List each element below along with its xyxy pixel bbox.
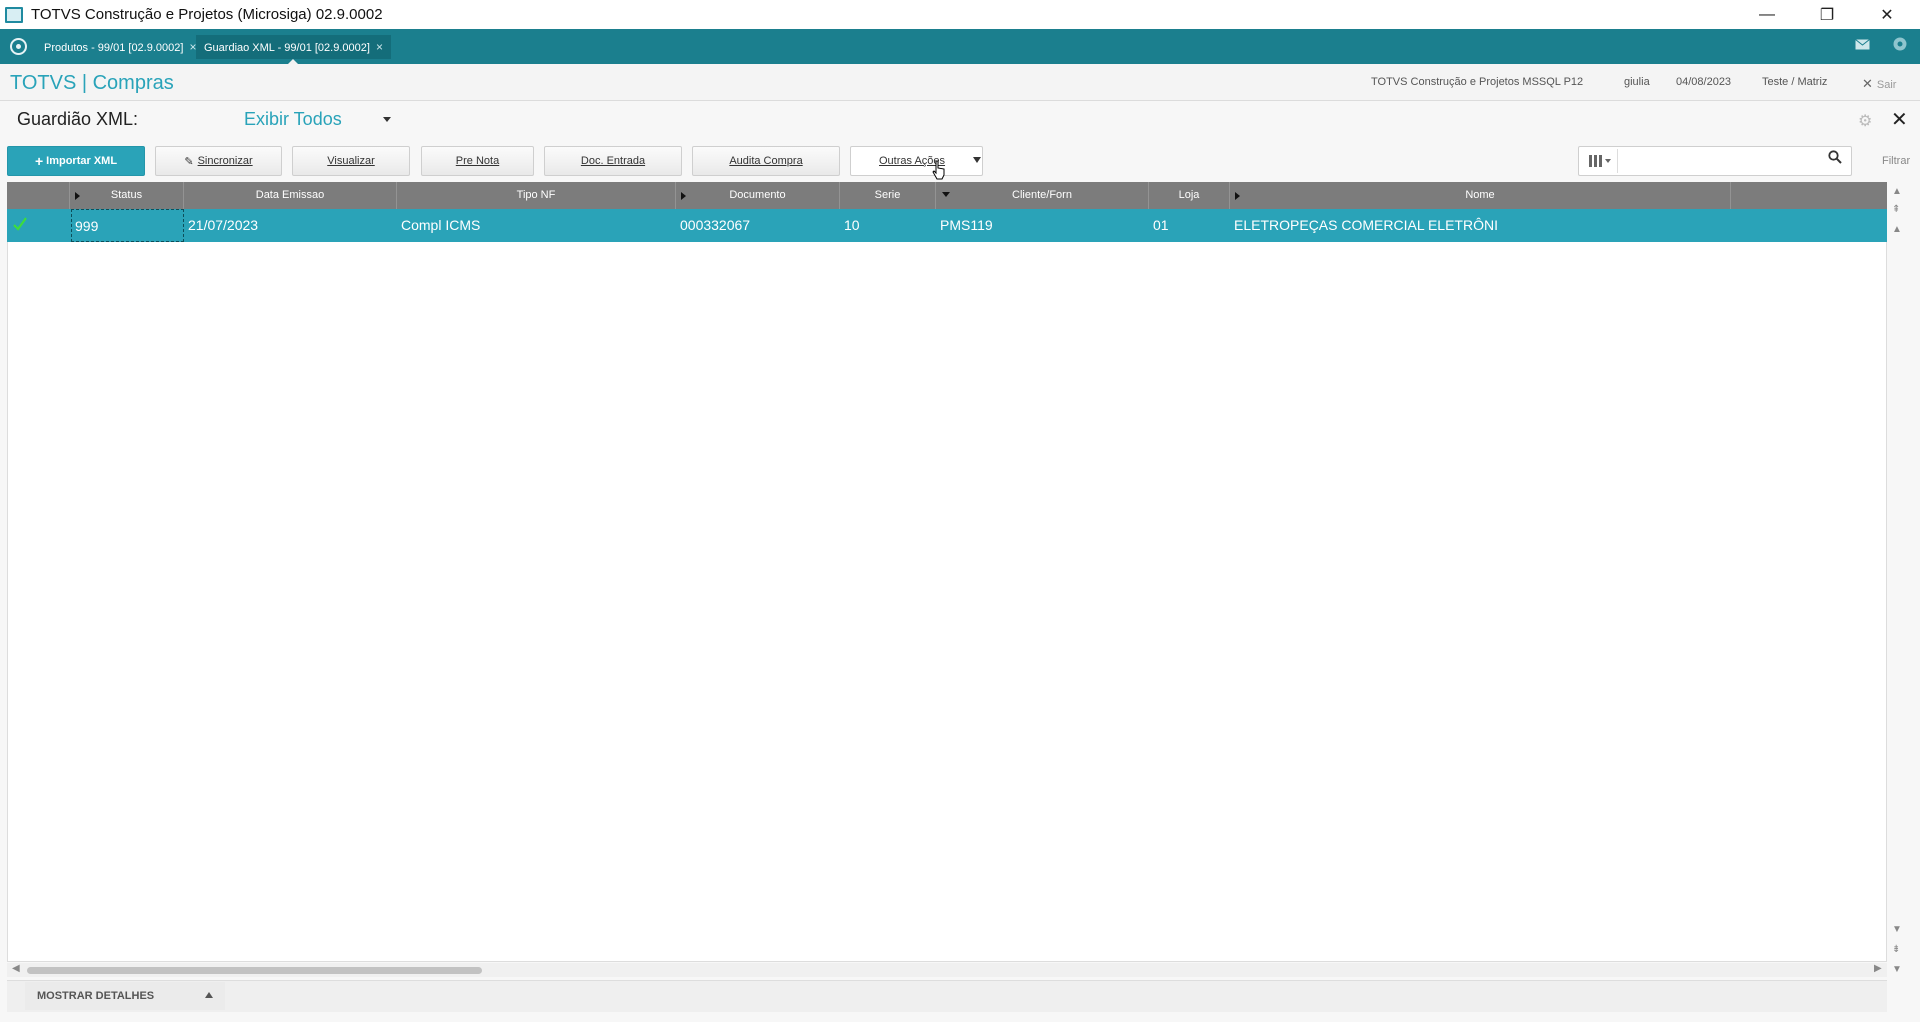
app-header: TOTVS | Compras TOTVS Construção e Proje… <box>0 64 1920 101</box>
tab-close-icon[interactable]: × <box>376 40 383 54</box>
column-header-data-emissao[interactable]: Data Emissao <box>184 182 397 209</box>
column-header-documento[interactable]: Documento <box>676 182 840 209</box>
column-header-serie[interactable]: Serie <box>840 182 936 209</box>
search-input[interactable] <box>1622 149 1822 173</box>
company-name: TOTVS Construção e Projetos MSSQL P12 <box>1371 76 1584 88</box>
search-icon[interactable] <box>1828 150 1842 164</box>
mail-icon[interactable] <box>1855 37 1870 53</box>
column-header-loja[interactable]: Loja <box>1149 182 1230 209</box>
scroll-right-icon[interactable]: ▶ <box>1874 963 1882 974</box>
importar-xml-button[interactable]: + Importar XML <box>7 146 145 176</box>
columns-icon[interactable] <box>1582 149 1618 173</box>
filtrar-button[interactable]: Filtrar <box>1882 155 1910 167</box>
tab-label: Produtos - 99/01 [02.9.0002] <box>44 42 184 54</box>
system-date: 04/08/2023 <box>1676 76 1732 88</box>
close-page-button[interactable]: ✕ <box>1891 107 1908 132</box>
cell-serie[interactable]: 10 <box>844 209 860 242</box>
column-header-tipo-nf[interactable]: Tipo NF <box>397 182 676 209</box>
exit-label: Sair <box>1876 79 1897 91</box>
audita-compra-button[interactable]: Audita Compra <box>692 146 840 176</box>
tab-produtos[interactable]: Produtos - 99/01 [02.9.0002] × <box>36 35 204 59</box>
cell-loja[interactable]: 01 <box>1153 209 1169 242</box>
tab-label: Guardiao XML - 99/01 [02.9.0002] <box>204 42 370 54</box>
exit-button[interactable]: ✕ Sair <box>1862 76 1896 92</box>
sort-arrow-icon <box>1235 192 1240 200</box>
cell-documento[interactable]: 000332067 <box>680 209 750 242</box>
vertical-scrollbar[interactable] <box>1889 182 1905 977</box>
scroll-up-icon[interactable]: ▲ <box>1892 224 1902 235</box>
cell-nome[interactable]: ELETROPEÇAS COMERCIAL ELETRÔNI <box>1234 209 1498 242</box>
visualizar-button[interactable]: Visualizar <box>292 146 410 176</box>
scroll-page-down-icon[interactable]: ⇟ <box>1892 944 1900 955</box>
horizontal-scroll-thumb[interactable] <box>27 967 482 974</box>
minimize-button[interactable]: — <box>1744 0 1790 29</box>
cell-tipo-nf[interactable]: Compl ICMS <box>401 209 480 242</box>
scroll-down-icon[interactable]: ▼ <box>1892 924 1902 935</box>
sort-arrow-icon <box>681 192 686 200</box>
cell-status[interactable]: 999 <box>71 209 184 242</box>
column-header-legend <box>7 182 70 209</box>
scroll-left-icon[interactable]: ◀ <box>12 963 20 974</box>
sort-arrow-icon <box>942 192 950 197</box>
outras-acoes-button[interactable]: Outras Ações <box>850 146 983 176</box>
tab-bar: Produtos - 99/01 [02.9.0002] × Guardiao X… <box>0 29 1920 65</box>
app-icon <box>5 6 23 23</box>
column-header-status[interactable]: Status <box>70 182 184 209</box>
gear-icon[interactable]: ⚙ <box>1858 111 1872 131</box>
pencil-icon: ✎ <box>184 155 194 168</box>
window-title: TOTVS Construção e Projetos (Microsiga) … <box>31 6 383 23</box>
check-icon <box>13 217 27 231</box>
restore-button[interactable]: ❐ <box>1804 0 1850 29</box>
tab-guardiao-xml[interactable]: Guardiao XML - 99/01 [02.9.0002] × <box>196 35 391 65</box>
chevron-up-icon[interactable] <box>205 992 213 998</box>
pre-nota-button[interactable]: Pre Nota <box>421 146 534 176</box>
scroll-page-up-icon[interactable]: ⇞ <box>1892 204 1900 215</box>
scroll-top-icon[interactable]: ▲ <box>1892 186 1902 197</box>
details-bar <box>7 980 1887 1012</box>
branch-name[interactable]: Teste / Matriz <box>1762 76 1827 88</box>
help-icon[interactable] <box>1893 37 1907 54</box>
cell-data-emissao[interactable]: 21/07/2023 <box>188 209 258 242</box>
scroll-bottom-icon[interactable]: ▼ <box>1892 964 1902 975</box>
page-title: Guardião XML: <box>17 109 139 129</box>
mostrar-detalhes-button[interactable]: MOSTRAR DETALHES <box>25 982 225 1010</box>
column-header-nome[interactable]: Nome <box>1230 182 1731 209</box>
chevron-down-icon[interactable] <box>383 117 391 122</box>
hand-cursor-icon <box>932 160 945 180</box>
module-brand: TOTVS | Compras <box>10 72 174 94</box>
cell-cliente-forn[interactable]: PMS119 <box>940 209 993 242</box>
chevron-down-icon[interactable] <box>973 157 981 163</box>
sort-arrow-icon <box>75 192 80 200</box>
doc-entrada-button[interactable]: Doc. Entrada <box>544 146 682 176</box>
sincronizar-button[interactable]: ✎ Sincronizar <box>155 146 282 176</box>
home-icon[interactable] <box>10 38 27 55</box>
window-titlebar: TOTVS Construção e Projetos (Microsiga) … <box>0 0 1920 29</box>
column-header-cliente-forn[interactable]: Cliente/Forn <box>936 182 1149 209</box>
user-name: giulia <box>1624 76 1650 88</box>
data-grid <box>7 182 1887 962</box>
view-filter-select[interactable]: Exibir Todos <box>244 109 342 130</box>
plus-icon: + <box>34 153 44 169</box>
close-icon: ✕ <box>1862 76 1873 91</box>
close-window-button[interactable]: ✕ <box>1864 0 1910 29</box>
